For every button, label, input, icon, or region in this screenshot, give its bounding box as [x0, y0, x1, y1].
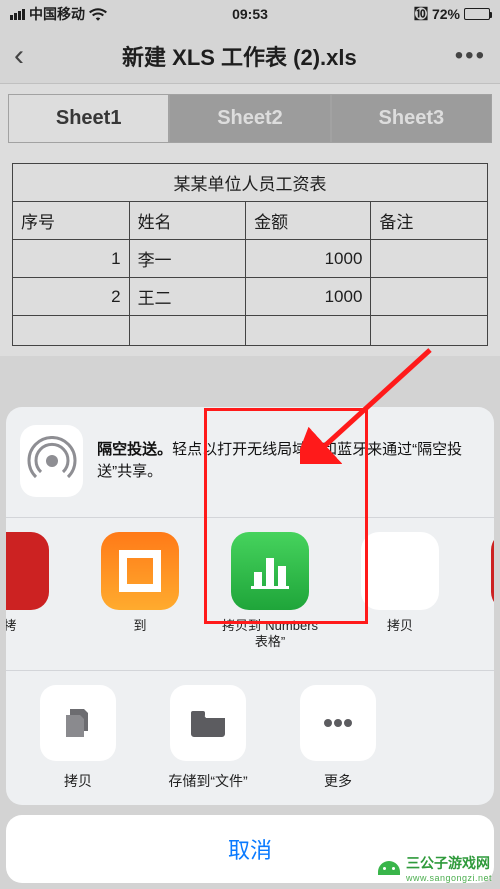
app-label: 拷: [6, 618, 17, 650]
share-app-row[interactable]: 拷 到 拷贝到“Numbers 表格”: [6, 532, 494, 651]
app-label: 拷贝: [387, 618, 413, 650]
copy-icon: [40, 685, 116, 761]
watermark: 三公子游戏网 www.sangongzi.net: [378, 853, 492, 883]
airdrop-text: 隔空投送。轻点以打开无线局域网和蓝牙来通过“隔空投送”共享。: [97, 439, 474, 483]
more-icon: [300, 685, 376, 761]
action-copy[interactable]: 拷贝: [28, 685, 128, 791]
divider: [6, 670, 494, 671]
app-icon-pixelated: [6, 532, 49, 610]
folder-icon: [170, 685, 246, 761]
action-save-to-files[interactable]: 存储到“文件”: [158, 685, 258, 791]
share-app-numbers[interactable]: 拷贝到“Numbers 表格”: [220, 532, 320, 651]
numbers-icon: [231, 532, 309, 610]
airdrop-title: 隔空投送。: [97, 441, 172, 458]
action-label: 更多: [324, 771, 352, 791]
action-label: 拷贝: [64, 771, 92, 791]
action-label: 存储到“文件”: [168, 771, 247, 791]
share-action-row: 拷贝 存储到“文件” 更多: [6, 685, 494, 791]
divider: [6, 517, 494, 518]
app-label: 拷贝到“Numbers 表格”: [220, 618, 320, 651]
app-icon-pixelated: [361, 532, 439, 610]
share-app[interactable]: 拷: [480, 532, 494, 650]
app-icon-pixelated: [101, 532, 179, 610]
share-app[interactable]: 拷: [6, 532, 60, 650]
watermark-brand: 三公子游戏网: [406, 855, 490, 871]
watermark-url: www.sangongzi.net: [406, 873, 492, 883]
android-icon: [378, 861, 400, 875]
app-icon-pixelated: [491, 532, 494, 610]
share-app[interactable]: 拷贝: [350, 532, 450, 650]
action-more[interactable]: 更多: [288, 685, 388, 791]
share-sheet: 隔空投送。轻点以打开无线局域网和蓝牙来通过“隔空投送”共享。 拷 到: [6, 407, 494, 884]
share-app[interactable]: 到: [90, 532, 190, 650]
airdrop-row[interactable]: 隔空投送。轻点以打开无线局域网和蓝牙来通过“隔空投送”共享。: [6, 425, 494, 497]
airdrop-icon: [20, 425, 83, 497]
app-label: 到: [133, 618, 146, 650]
